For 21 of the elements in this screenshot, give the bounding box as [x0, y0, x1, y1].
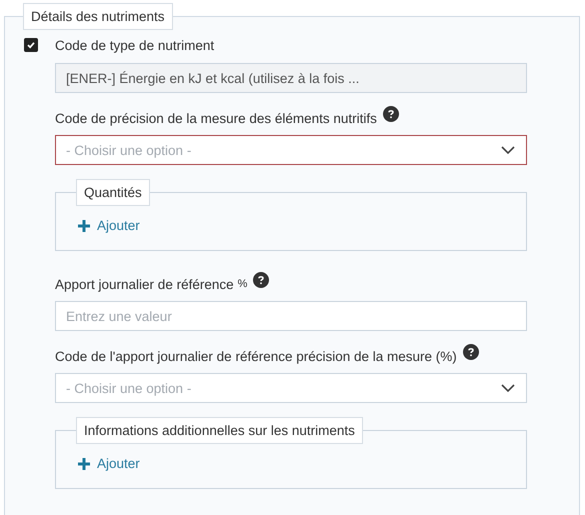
- checkbox[interactable]: [24, 38, 38, 52]
- input-field[interactable]: Entrez une valeur: [55, 301, 527, 331]
- chevron-down-icon: [501, 146, 515, 154]
- unit-label: %: [238, 278, 248, 290]
- field-label: Code de précision de la mesure des éléments nutritifs: [55, 110, 377, 126]
- section-title: Détails des nutriments: [23, 3, 173, 30]
- checkbox-label: Code de type de nutriment: [55, 38, 214, 52]
- field-label: Code de l'apport journalier de référence précision de la mesure (%): [55, 348, 457, 364]
- group-title: Quantités: [76, 179, 150, 206]
- add-link[interactable]: Ajouter: [78, 218, 140, 233]
- help-icon[interactable]: [382, 106, 399, 122]
- group-title: Informations additionnelles sur les nutriments: [76, 417, 363, 444]
- select-field[interactable]: - Choisir une option -: [55, 373, 527, 403]
- chevron-down-icon: [501, 384, 515, 392]
- plus-icon: [78, 220, 90, 232]
- help-icon[interactable]: [253, 272, 270, 288]
- plus-icon: [78, 458, 90, 470]
- select-field[interactable]: - Choisir une option -: [55, 135, 527, 165]
- add-link[interactable]: Ajouter: [78, 456, 140, 471]
- help-icon[interactable]: [462, 344, 479, 360]
- field-label: Apport journalier de référence: [55, 276, 234, 292]
